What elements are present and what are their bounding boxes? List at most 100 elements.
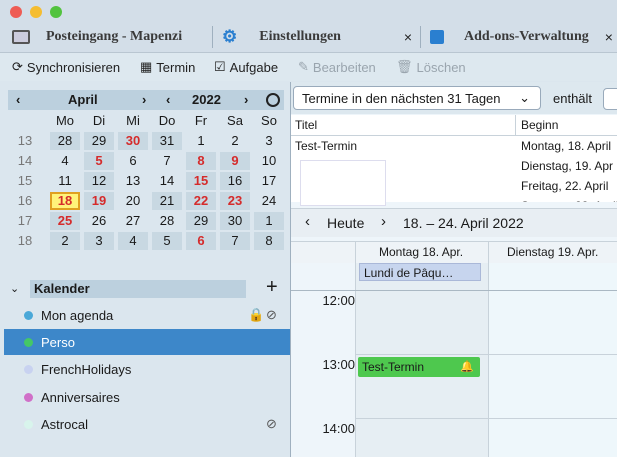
day-cell[interactable]: 15: [186, 172, 216, 190]
tab-inbox[interactable]: Posteingang - Mapenzi: [12, 22, 208, 52]
day-cell[interactable]: 30: [220, 212, 250, 230]
day-cell[interactable]: 12: [84, 172, 114, 190]
zoom-window-button[interactable]: [50, 6, 62, 18]
day-cell[interactable]: 1: [254, 212, 284, 230]
day-cell[interactable]: 26: [84, 212, 114, 230]
tab-label: Posteingang - Mapenzi: [46, 29, 183, 44]
day-cell[interactable]: 30: [118, 132, 148, 150]
calendar-item-frenchholidays[interactable]: FrenchHolidays: [4, 356, 290, 382]
sync-button[interactable]: ⟳ Synchronisieren: [12, 57, 120, 77]
day-cell[interactable]: 19: [84, 192, 114, 210]
task-icon: ☑: [214, 59, 226, 74]
day-header-tuesday[interactable]: Dienstag 19. Apr.: [507, 245, 598, 259]
day-cell[interactable]: 16: [220, 172, 250, 190]
tab-label: Einstellungen: [259, 29, 341, 44]
day-cell[interactable]: 8: [186, 152, 216, 170]
day-cell[interactable]: 24: [254, 192, 284, 210]
day-cell[interactable]: 17: [254, 172, 284, 190]
week-number: 13: [17, 133, 33, 148]
day-header-monday[interactable]: Montag 18. Apr.: [379, 245, 463, 259]
next-week-button[interactable]: ›: [381, 213, 386, 230]
calendar-color-dot: [24, 419, 33, 429]
day-cell[interactable]: 29: [84, 132, 114, 150]
day-cell[interactable]: 14: [152, 172, 182, 190]
close-window-button[interactable]: [10, 6, 22, 18]
event-list-row[interactable]: Test-Termin Montag, 18. April: [291, 136, 617, 156]
search-input[interactable]: [603, 88, 617, 110]
day-cell[interactable]: 31: [152, 132, 182, 150]
bell-icon: 🔔: [460, 361, 474, 373]
weekday-label: So: [261, 113, 277, 128]
hidden-eye-icon[interactable]: ⊘: [266, 416, 277, 432]
day-cell[interactable]: 27: [118, 212, 148, 230]
event-title: Test-Termin: [295, 139, 358, 153]
day-cell[interactable]: 6: [118, 152, 148, 170]
tuesday-column[interactable]: [489, 263, 617, 457]
day-cell[interactable]: 7: [220, 232, 250, 250]
prev-year-button[interactable]: ‹: [166, 92, 170, 107]
today-circle-icon[interactable]: [266, 93, 280, 107]
today-button[interactable]: Heute: [327, 215, 364, 231]
year-label[interactable]: 2022: [192, 92, 221, 107]
day-cell[interactable]: 2: [50, 232, 80, 250]
next-month-button[interactable]: ›: [142, 92, 146, 107]
day-cell[interactable]: 28: [152, 212, 182, 230]
calendar-item-perso[interactable]: Perso: [4, 329, 290, 355]
calendar-item-astrocal[interactable]: Astrocal ⊘: [4, 411, 290, 437]
allday-event-label: Lundi de Pâqu…: [364, 266, 454, 280]
new-task-button[interactable]: ☑ Aufgabe: [214, 57, 278, 77]
day-cell[interactable]: 20: [118, 192, 148, 210]
close-icon[interactable]: ×: [404, 29, 412, 45]
prev-week-button[interactable]: ‹: [305, 213, 310, 230]
day-cell[interactable]: 9: [220, 152, 250, 170]
day-cell[interactable]: 3: [84, 232, 114, 250]
day-header-row: Montag 18. Apr. Dienstag 19. Apr.: [291, 241, 617, 265]
close-icon[interactable]: ×: [605, 29, 613, 45]
add-calendar-button[interactable]: +: [266, 276, 278, 299]
day-cell[interactable]: 13: [118, 172, 148, 190]
month-label[interactable]: April: [68, 92, 98, 107]
chevron-down-icon[interactable]: ⌄: [10, 282, 19, 295]
toolbar: ⟳ Synchronisieren ▦ Termin ☑ Aufgabe ✎ B…: [0, 53, 617, 81]
inbox-icon: [12, 30, 30, 44]
tab-settings[interactable]: ⚙ Einstellungen ×: [222, 22, 412, 52]
event-range-select[interactable]: Termine in den nächsten 31 Tagen ⌄: [293, 86, 541, 110]
edit-button[interactable]: ✎ Bearbeiten: [298, 57, 376, 77]
calendar-item-anniversaires[interactable]: Anniversaires: [4, 384, 290, 410]
event-begin: Montag, 18. April: [521, 139, 612, 153]
prev-month-button[interactable]: ‹: [16, 92, 20, 107]
col-title[interactable]: Titel: [295, 118, 317, 132]
day-cell[interactable]: 2: [220, 132, 250, 150]
day-cell[interactable]: 11: [50, 172, 80, 190]
next-year-button[interactable]: ›: [244, 92, 248, 107]
allday-event[interactable]: Lundi de Pâqu…: [359, 263, 481, 281]
tab-addons[interactable]: Add-ons-Verwaltung ×: [430, 22, 617, 52]
day-cell[interactable]: 7: [152, 152, 182, 170]
day-cell[interactable]: 4: [118, 232, 148, 250]
hidden-eye-icon[interactable]: ⊘: [266, 307, 277, 323]
new-event-button[interactable]: ▦ Termin: [140, 57, 195, 77]
day-cell[interactable]: 4: [50, 152, 80, 170]
day-cell[interactable]: 25: [50, 212, 80, 230]
minimize-window-button[interactable]: [30, 6, 42, 18]
col-begin[interactable]: Beginn: [521, 118, 558, 132]
day-cell[interactable]: 22: [186, 192, 216, 210]
day-cell[interactable]: 5: [84, 152, 114, 170]
day-cell[interactable]: 29: [186, 212, 216, 230]
weekday-label: Mi: [126, 113, 140, 128]
event-test-termin[interactable]: Test-Termin 🔔: [358, 357, 480, 377]
day-cell[interactable]: 28: [50, 132, 80, 150]
day-cell[interactable]: 8: [254, 232, 284, 250]
day-cell[interactable]: 5: [152, 232, 182, 250]
calendar-item-mon-agenda[interactable]: Mon agenda 🔒 ⊘: [4, 302, 290, 328]
day-cell[interactable]: 23: [220, 192, 250, 210]
day-cell[interactable]: 18: [50, 192, 80, 210]
calendar-plus-icon: ▦: [140, 59, 153, 74]
day-cell[interactable]: 1: [186, 132, 216, 150]
delete-button[interactable]: 🗑 Löschen: [396, 57, 466, 77]
time-label: 14:00: [322, 421, 355, 436]
day-cell[interactable]: 6: [186, 232, 216, 250]
day-cell[interactable]: 3: [254, 132, 284, 150]
day-cell[interactable]: 10: [254, 152, 284, 170]
day-cell[interactable]: 21: [152, 192, 182, 210]
